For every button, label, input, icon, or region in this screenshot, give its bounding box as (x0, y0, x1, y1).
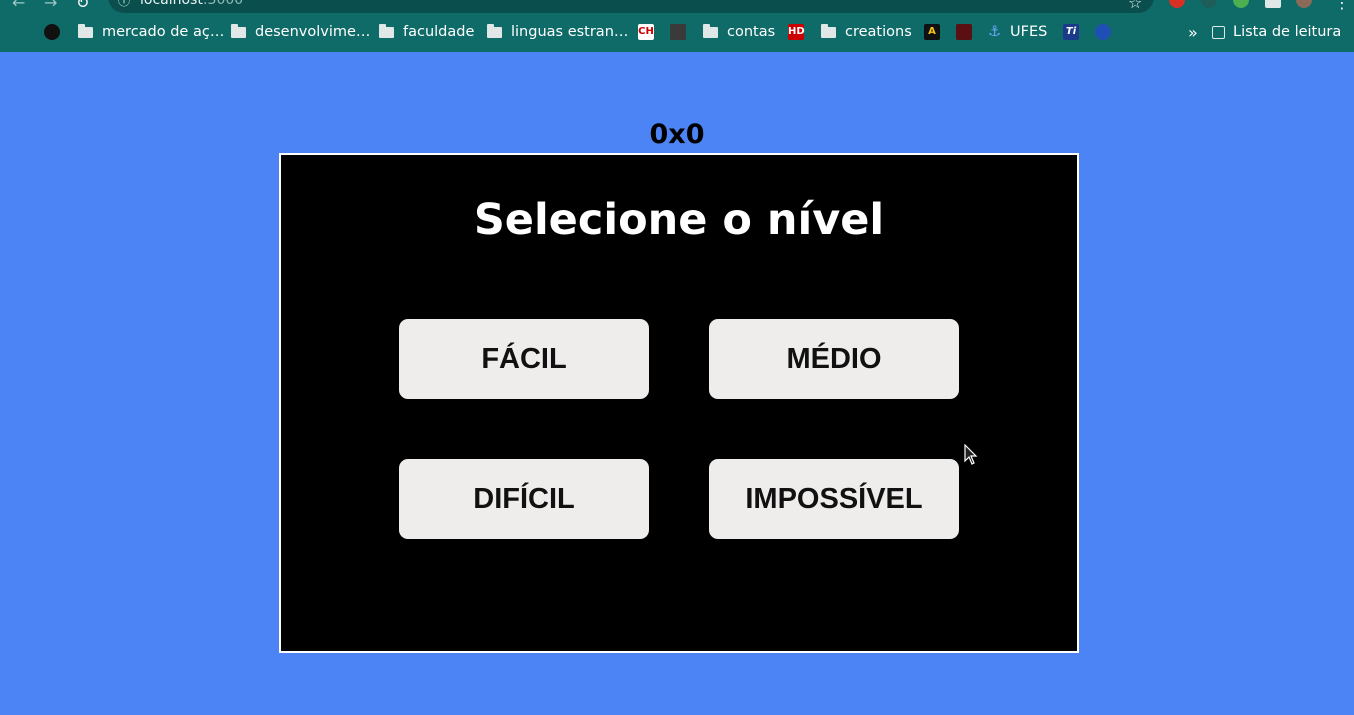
reading-list-button[interactable]: Lista de leitura (1212, 22, 1341, 42)
bookmark-folder-linguas[interactable]: linguas estran… (487, 22, 628, 42)
browser-chrome: ← → ↻ ⓘ localhost:3000 ☆ ⋮ mercado de aç… (0, 0, 1354, 52)
forward-arrow-icon[interactable]: → (44, 0, 57, 12)
blue-logo-favicon-icon (1095, 24, 1111, 40)
folder-icon (487, 23, 502, 38)
extension-icon[interactable] (1201, 0, 1217, 8)
reload-icon[interactable]: ↻ (76, 0, 89, 12)
bookmark-label: creations (845, 24, 912, 40)
bookmark-label: UFES (1010, 24, 1048, 40)
extension-shield-icon[interactable] (1169, 0, 1185, 8)
level-easy-button[interactable]: FÁCIL (399, 319, 649, 399)
bookmark-chat[interactable] (44, 22, 60, 42)
bookmark-red-app[interactable] (956, 22, 972, 42)
star-icon[interactable]: ☆ (1128, 0, 1142, 12)
level-impossible-button[interactable]: IMPOSSÍVEL (709, 459, 959, 539)
bookmark-ti[interactable]: Ti (1063, 22, 1079, 42)
bookmarks-bar: mercado de aç… desenvolvime… faculdade l… (0, 14, 1354, 52)
bookmark-label: desenvolvime… (255, 24, 371, 40)
hd-favicon-icon: HD (788, 24, 805, 40)
bookmarks-overflow-button[interactable]: » (1188, 22, 1198, 42)
bookmark-folder-creations[interactable]: creations (821, 22, 912, 42)
a-favicon-icon: A (924, 24, 940, 40)
level-medium-button[interactable]: MÉDIO (709, 319, 959, 399)
clapperboard-icon (670, 24, 686, 40)
folder-icon (231, 23, 246, 38)
score-display: 0x0 (649, 119, 705, 150)
level-hard-button[interactable]: DIFÍCIL (399, 459, 649, 539)
folder-icon (821, 23, 836, 38)
ti-favicon-icon: Ti (1063, 24, 1079, 40)
folder-icon (379, 23, 394, 38)
url-host: localhost (140, 0, 203, 8)
address-bar-row: ← → ↻ ⓘ localhost:3000 ☆ ⋮ (0, 0, 1354, 13)
level-select-title: Selecione o nível (473, 195, 885, 245)
bookmark-label: faculdade (403, 24, 475, 40)
bookmark-blue-logo[interactable] (1095, 22, 1111, 42)
back-arrow-icon[interactable]: ← (12, 0, 25, 12)
bookmark-label: contas (727, 24, 776, 40)
chat-bubble-icon (44, 24, 60, 40)
puzzle-icon[interactable] (1265, 0, 1281, 8)
folder-icon (703, 23, 718, 38)
mouse-cursor-icon (964, 444, 978, 465)
bookmark-folder-faculdade[interactable]: faculdade (379, 22, 474, 42)
red-app-favicon-icon (956, 24, 972, 40)
avatar[interactable] (1296, 0, 1312, 8)
info-icon[interactable]: ⓘ (118, 0, 130, 9)
bookmark-clapper[interactable] (670, 22, 686, 42)
bookmark-folder-desenvolvimento[interactable]: desenvolvime… (231, 22, 370, 42)
url-text[interactable]: localhost:3000 (140, 0, 243, 8)
bookmark-ch[interactable]: CH (638, 22, 654, 42)
bookmark-folder-contas[interactable]: contas (703, 22, 775, 42)
url-port: :3000 (202, 0, 244, 8)
reading-list-icon (1212, 25, 1225, 39)
reading-list-label: Lista de leitura (1233, 24, 1342, 40)
ch-favicon-icon: CH (638, 24, 654, 40)
bookmark-ufes[interactable]: ⚓ UFES (988, 22, 1047, 42)
address-bar[interactable] (108, 0, 1154, 13)
bookmark-label: mercado de aç… (102, 24, 225, 40)
bookmark-label: linguas estran… (511, 24, 629, 40)
bookmark-a[interactable]: A (924, 22, 940, 42)
anchor-icon: ⚓ (988, 24, 1001, 40)
menu-icon[interactable]: ⋮ (1334, 0, 1350, 12)
bookmark-folder-mercado[interactable]: mercado de aç… (78, 22, 224, 42)
game-board: Selecione o nível FÁCIL MÉDIO DIFÍCIL IM… (279, 153, 1079, 653)
extension-plus-icon[interactable] (1233, 0, 1249, 8)
folder-icon (78, 23, 93, 38)
bookmark-hd[interactable]: HD (788, 22, 805, 42)
page-content: 0x0 Selecione o nível FÁCIL MÉDIO DIFÍCI… (0, 52, 1354, 715)
